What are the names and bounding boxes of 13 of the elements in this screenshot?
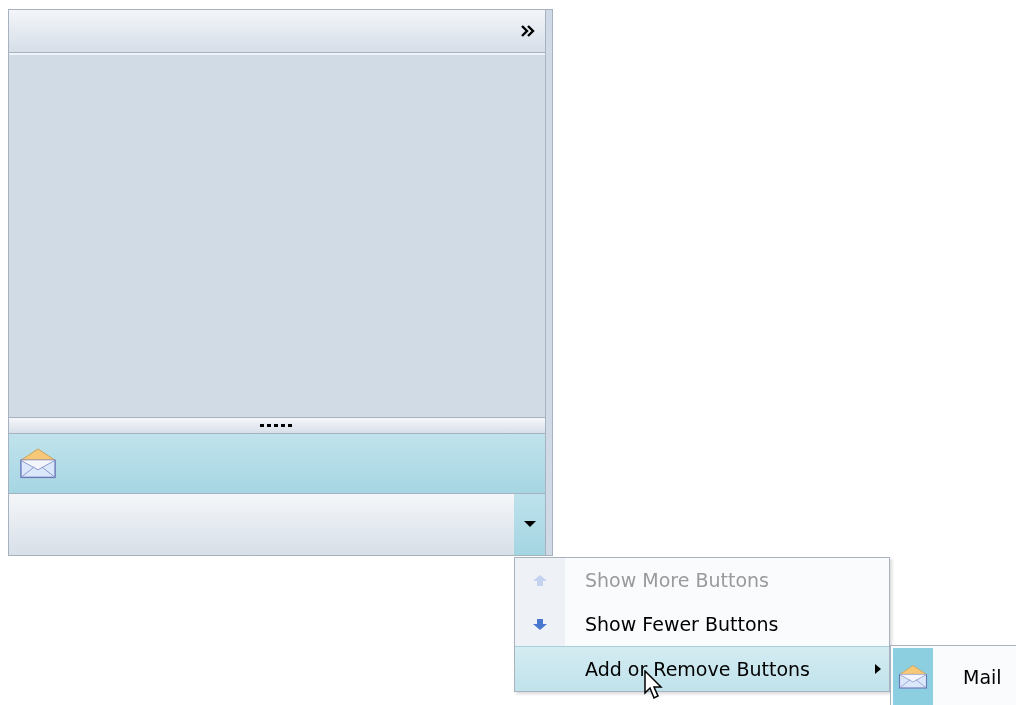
- double-chevron-icon: [521, 25, 535, 37]
- splitter-handle[interactable]: [9, 417, 545, 434]
- grip-icon: [259, 423, 295, 428]
- envelope-icon: [898, 664, 928, 690]
- down-arrow-icon: [532, 617, 548, 631]
- menu-item[interactable]: Add or Remove Buttons: [515, 646, 889, 691]
- caret-icon: [523, 521, 536, 528]
- envelope-icon: [19, 447, 57, 480]
- configure-button[interactable]: [514, 494, 545, 555]
- menu-item[interactable]: Mail: [891, 646, 1016, 705]
- up-arrow-icon: [532, 573, 548, 587]
- expand-button[interactable]: [519, 23, 537, 39]
- menu-item[interactable]: Show Fewer Buttons: [515, 602, 889, 646]
